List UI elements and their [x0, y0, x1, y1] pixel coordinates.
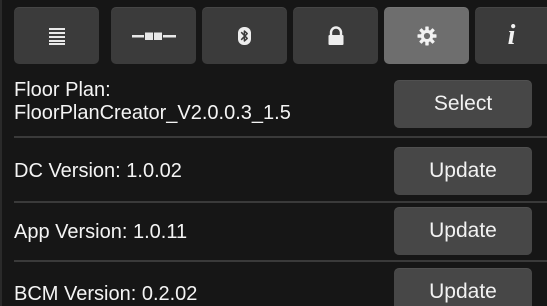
- app-version-label: App Version: 1.0.11: [14, 221, 188, 243]
- connection-icon: [131, 29, 176, 43]
- gear-icon: [417, 26, 437, 46]
- settings-screen: i Floor Plan: FloorPlanCreator_V2.0.0.3_…: [0, 0, 547, 306]
- tab-lock[interactable]: [293, 7, 378, 64]
- floor-plan-file-name: FloorPlanCreator_V2.0.0.3_1.5: [14, 102, 291, 124]
- divider: [14, 260, 547, 262]
- tab-connection[interactable]: [111, 7, 196, 64]
- bcm-update-button[interactable]: Update: [394, 268, 532, 306]
- tab-info[interactable]: i: [475, 7, 547, 64]
- app-update-button[interactable]: Update: [394, 207, 532, 255]
- tab-list[interactable]: [14, 7, 99, 64]
- dc-update-button[interactable]: Update: [394, 147, 532, 195]
- tab-bluetooth[interactable]: [202, 7, 287, 64]
- tab-bar: i: [14, 7, 547, 64]
- tab-settings[interactable]: [384, 7, 469, 64]
- info-icon: i: [507, 19, 516, 51]
- bluetooth-icon: [238, 26, 251, 45]
- floor-plan-title: Floor Plan:: [14, 79, 111, 101]
- dc-version-label: DC Version: 1.0.02: [14, 160, 182, 182]
- floor-plan-label: Floor Plan: FloorPlanCreator_V2.0.0.3_1.…: [14, 79, 291, 125]
- list-icon: [48, 27, 66, 45]
- bcm-version-label: BCM Version: 0.2.02: [14, 283, 198, 305]
- floor-plan-select-button[interactable]: Select: [394, 80, 532, 128]
- lock-icon: [326, 25, 346, 46]
- divider: [14, 201, 547, 203]
- divider: [14, 136, 547, 138]
